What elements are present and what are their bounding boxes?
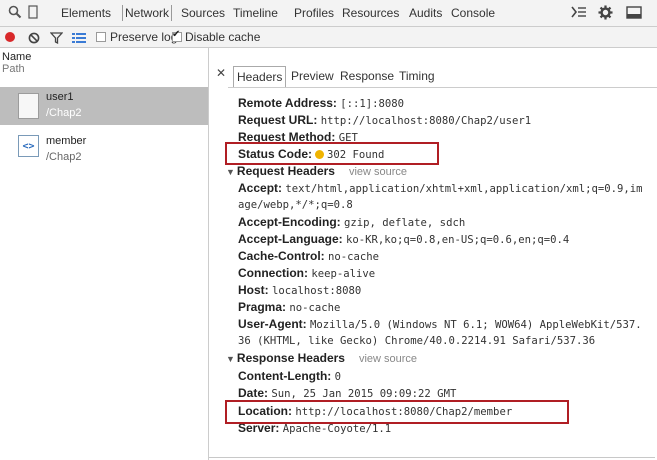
disable-cache-label: Disable cache bbox=[185, 30, 261, 44]
header-value: localhost:8080 bbox=[272, 285, 362, 297]
tab-resources[interactable]: Resources bbox=[342, 5, 399, 21]
tab-timeline[interactable]: Timeline bbox=[233, 5, 278, 21]
content-length-row: Content-Length: 0 bbox=[238, 369, 341, 383]
user-agent-continued: 36 (KHTML, like Gecko) Chrome/40.0.2214.… bbox=[238, 335, 596, 347]
pragma-row: Pragma: no-cache bbox=[238, 300, 340, 314]
accept-continued: age/webp,*/*;q=0.8 bbox=[238, 199, 353, 211]
network-toolbar: Preserve log Disable cache bbox=[0, 27, 657, 48]
tab-profiles[interactable]: Profiles bbox=[294, 5, 334, 21]
tab-sources[interactable]: Sources bbox=[181, 5, 225, 21]
tab-network[interactable]: Network bbox=[122, 5, 173, 21]
section-title: Request Headers bbox=[236, 164, 335, 178]
tab-console[interactable]: Console bbox=[451, 5, 495, 21]
header-value: Sun, 25 Jan 2015 09:09:22 GMT bbox=[271, 388, 457, 400]
header-key: User-Agent: bbox=[238, 317, 307, 331]
request-path: /Chap2 bbox=[46, 151, 82, 163]
column-header-name[interactable]: Name bbox=[2, 51, 31, 63]
column-header-path: Path bbox=[2, 63, 25, 75]
view-source-link[interactable]: view source bbox=[349, 166, 407, 178]
header-value: Mozilla/5.0 (Windows NT 6.1; WOW64) Appl… bbox=[310, 319, 642, 331]
host-row: Host: localhost:8080 bbox=[238, 283, 361, 297]
header-value: no-cache bbox=[289, 302, 341, 314]
request-detail-panel: ✕ Headers Preview Response Timing Remote… bbox=[209, 48, 657, 460]
header-key: Connection: bbox=[238, 266, 308, 280]
preserve-log-label: Preserve log bbox=[110, 30, 178, 44]
response-headers-section[interactable]: ▼ Response Headers view source bbox=[226, 351, 417, 365]
preserve-log-checkbox[interactable] bbox=[96, 32, 106, 42]
header-key: Request URL: bbox=[238, 113, 318, 127]
tabs-divider bbox=[228, 87, 657, 88]
header-value: ko-KR,ko;q=0.8,en-US;q=0.6,en;q=0.4 bbox=[346, 234, 570, 246]
section-title: Response Headers bbox=[236, 351, 345, 365]
view-source-link[interactable]: view source bbox=[359, 353, 417, 365]
header-key: Cache-Control: bbox=[238, 249, 325, 263]
record-button[interactable] bbox=[5, 32, 15, 42]
header-key: Content-Length: bbox=[238, 369, 332, 383]
header-value: http://localhost:8080/Chap2/user1 bbox=[320, 115, 532, 127]
clear-icon[interactable] bbox=[28, 30, 40, 46]
header-key: Remote Address: bbox=[238, 96, 337, 110]
list-view-icon[interactable] bbox=[72, 30, 86, 46]
header-value: [::1]:8080 bbox=[340, 98, 405, 110]
filter-icon[interactable] bbox=[50, 30, 63, 46]
cache-control-row: Cache-Control: no-cache bbox=[238, 249, 379, 263]
tab-headers[interactable]: Headers bbox=[233, 66, 287, 87]
header-key: Host: bbox=[238, 283, 269, 297]
tab-audits[interactable]: Audits bbox=[409, 5, 442, 21]
expand-triangle-icon[interactable]: ▼ bbox=[226, 167, 235, 177]
remote-address-row: Remote Address: [::1]:8080 bbox=[238, 96, 404, 110]
header-key: Date: bbox=[238, 386, 269, 400]
header-value: Apache-Coyote/1.1 bbox=[282, 423, 392, 435]
request-list: Name Path user1 /Chap2 <> member /Chap2 bbox=[0, 48, 209, 460]
request-row[interactable]: <> member /Chap2 bbox=[0, 131, 208, 169]
expand-triangle-icon[interactable]: ▼ bbox=[226, 354, 235, 364]
request-url-row: Request URL: http://localhost:8080/Chap2… bbox=[238, 113, 531, 127]
header-value: no-cache bbox=[328, 251, 380, 263]
detail-tabs: Headers Preview Response Timing bbox=[228, 66, 657, 88]
drawer-toggle-icon[interactable] bbox=[571, 4, 587, 20]
device-mode-icon[interactable] bbox=[28, 4, 38, 20]
header-key: Accept-Encoding: bbox=[238, 215, 341, 229]
request-name: user1 bbox=[46, 91, 74, 103]
header-key: Pragma: bbox=[238, 300, 287, 314]
request-row[interactable]: user1 /Chap2 bbox=[0, 87, 208, 125]
tab-elements[interactable]: Elements bbox=[61, 5, 111, 21]
settings-gear-icon[interactable] bbox=[598, 4, 613, 20]
header-key: Accept-Language: bbox=[238, 232, 343, 246]
accept-language-row: Accept-Language: ko-KR,ko;q=0.8,en-US;q=… bbox=[238, 232, 569, 246]
devtools-toolbar: Elements Network Sources Timeline Profil… bbox=[0, 0, 657, 27]
accept-encoding-row: Accept-Encoding: gzip, deflate, sdch bbox=[238, 215, 465, 229]
tab-preview[interactable]: Preview bbox=[291, 69, 334, 83]
date-row: Date: Sun, 25 Jan 2015 09:09:22 GMT bbox=[238, 386, 456, 400]
search-icon[interactable] bbox=[8, 4, 22, 20]
request-name: member bbox=[46, 135, 87, 147]
close-icon[interactable]: ✕ bbox=[216, 66, 226, 80]
location-highlight bbox=[225, 400, 569, 424]
connection-row: Connection: keep-alive bbox=[238, 266, 375, 280]
header-value: keep-alive bbox=[311, 268, 376, 280]
request-headers-section[interactable]: ▼ Request Headers view source bbox=[226, 164, 407, 178]
tab-timing[interactable]: Timing bbox=[399, 69, 435, 83]
status-code-highlight bbox=[225, 142, 439, 165]
header-value: gzip, deflate, sdch bbox=[344, 217, 466, 229]
user-agent-row: User-Agent: Mozilla/5.0 (Windows NT 6.1;… bbox=[238, 317, 642, 331]
request-path: /Chap2 bbox=[46, 107, 82, 119]
header-value: 0 bbox=[334, 371, 342, 383]
tab-response[interactable]: Response bbox=[340, 69, 394, 83]
accept-row: Accept: text/html,application/xhtml+xml,… bbox=[238, 181, 643, 195]
document-file-icon bbox=[18, 93, 39, 119]
header-key: Accept: bbox=[238, 181, 283, 195]
disable-cache-checkbox[interactable] bbox=[172, 29, 182, 42]
dock-side-icon[interactable] bbox=[626, 4, 642, 20]
html-file-icon: <> bbox=[18, 135, 39, 157]
header-value: text/html,application/xhtml+xml,applicat… bbox=[285, 183, 643, 195]
